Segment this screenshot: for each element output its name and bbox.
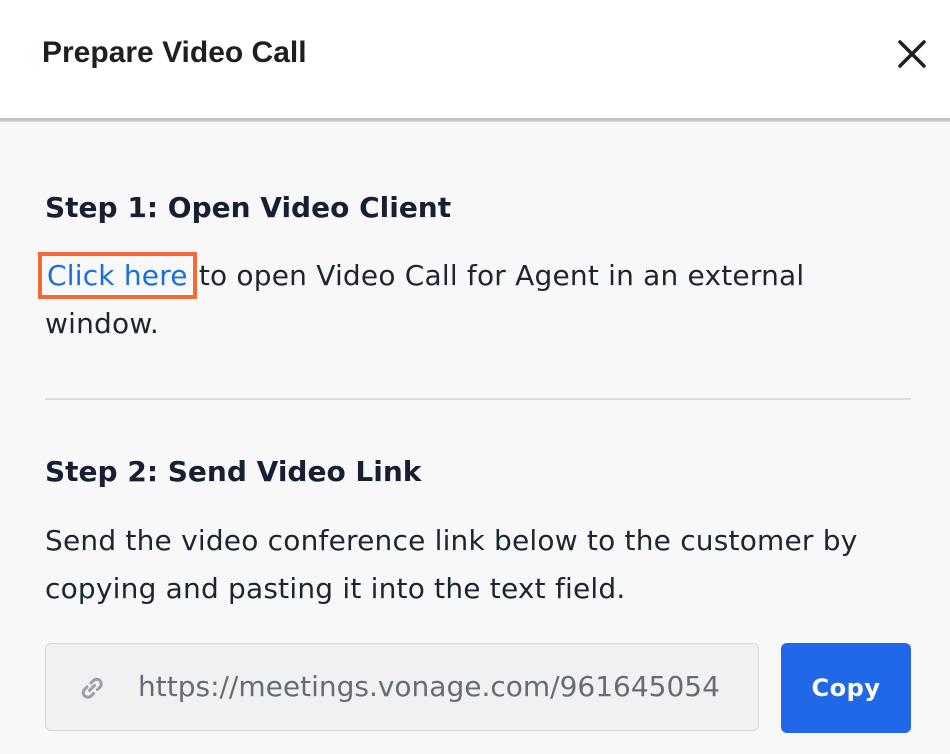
dialog-title: Prepare Video Call	[42, 36, 307, 69]
close-icon	[898, 40, 926, 68]
prepare-video-call-dialog: Prepare Video Call Step 1: Open Video Cl…	[0, 0, 950, 754]
step2-heading: Step 2: Send Video Link	[45, 455, 422, 488]
dialog-header: Prepare Video Call	[0, 0, 950, 120]
step2-description: Send the video conference link below to …	[45, 524, 858, 605]
link-icon	[81, 677, 103, 699]
step1-heading: Step 1: Open Video Client	[45, 191, 452, 224]
video-link-field[interactable]: https://meetings.vonage.com/961645054	[45, 643, 759, 731]
video-link-value: https://meetings.vonage.com/961645054	[138, 670, 720, 703]
close-button[interactable]	[888, 30, 936, 78]
dialog-body: Step 1: Open Video Client Click here to …	[0, 122, 950, 754]
step1-instructions: Click here to open Video Call for Agent …	[38, 252, 925, 348]
copy-button[interactable]: Copy	[781, 643, 911, 733]
click-here-link[interactable]: Click here	[38, 252, 197, 299]
section-divider	[45, 398, 911, 400]
